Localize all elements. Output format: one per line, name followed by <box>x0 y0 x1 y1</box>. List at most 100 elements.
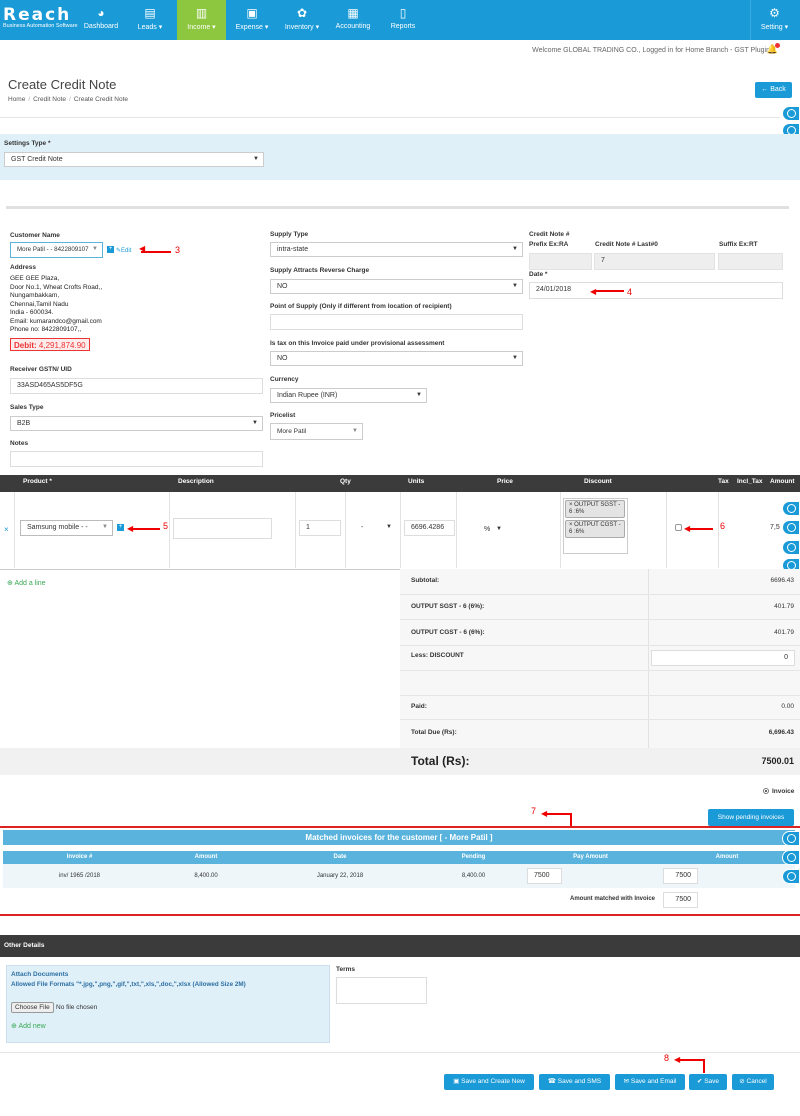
breadcrumb-credit-note[interactable]: Credit Note <box>33 96 66 103</box>
help-icon <box>787 872 796 881</box>
paid-value: 0.00 <box>781 703 794 710</box>
col-description: Description <box>178 478 214 485</box>
choose-file-button[interactable]: Choose File <box>11 1002 54 1013</box>
inventory-icon: ✿ <box>296 6 308 20</box>
side-chat-button-3[interactable] <box>782 831 800 846</box>
annotation-7: 7 <box>531 806 537 816</box>
side-phone-button-2[interactable] <box>782 540 800 555</box>
col-qty: Qty <box>340 478 351 485</box>
nav-reports[interactable]: ▯ Reports <box>379 0 427 40</box>
nav-expense[interactable]: ▣ Expense ▾ <box>228 0 276 40</box>
nav-setting[interactable]: ⚙ Setting ▾ <box>750 0 798 40</box>
prefix-input[interactable] <box>529 253 592 270</box>
point-of-supply-input[interactable] <box>270 314 523 330</box>
debit-badge: Debit: 4,291,874.90 <box>10 338 90 351</box>
line-amount: 7,5 <box>770 524 780 531</box>
edit-customer-link[interactable]: ✎Edit <box>116 247 131 254</box>
add-customer-icon[interactable]: + <box>107 246 114 253</box>
pricelist-select[interactable]: More Patil ▼ <box>270 423 363 440</box>
plus-circle-icon: ⊕ <box>11 1023 17 1030</box>
description-input[interactable] <box>173 518 272 539</box>
save-button[interactable]: ✔ Save <box>689 1074 727 1090</box>
settings-type-select[interactable]: GST Credit Note ▼ <box>4 152 264 167</box>
matched-pending: 8,400.00 <box>461 873 486 879</box>
provisional-label: Is tax on this Invoice paid under provis… <box>270 340 445 347</box>
app-logo[interactable]: Reach Business Automation Software <box>3 7 78 30</box>
sales-type-select[interactable]: B2B ▼ <box>10 416 263 431</box>
side-chat-button-2[interactable] <box>782 520 800 535</box>
save-and-sms-button[interactable]: ☎ Save and SMS <box>539 1074 610 1090</box>
discount-type-select[interactable]: % ▼ <box>462 523 506 538</box>
customer-select[interactable]: More Patil - - 8422809107 ▼ <box>10 242 103 258</box>
date-input[interactable]: 24/01/2018 <box>529 282 783 299</box>
show-pending-invoices-button[interactable]: Show pending invoices <box>708 809 794 826</box>
credit-note-number-input[interactable]: 7 <box>594 253 715 270</box>
supply-type-label: Supply Type <box>270 231 309 238</box>
reports-icon: ▯ <box>399 6 407 20</box>
incl-tax-checkbox[interactable] <box>675 524 682 531</box>
matched-invoices-title: Matched invoices for the customer [ - Mo… <box>3 830 795 845</box>
qty-input[interactable]: 1 <box>299 520 341 536</box>
col-amount-2: Amount <box>715 854 739 860</box>
remove-line-icon[interactable]: × <box>4 525 9 534</box>
settings-type-label: Settings Type * <box>4 140 51 147</box>
tax-tag-cgst[interactable]: × OUTPUT CGST - 6 :6% <box>565 520 625 538</box>
matched-amount: 8,400.00 <box>194 873 218 879</box>
expense-icon: ▣ <box>246 6 258 20</box>
side-help-button-3[interactable] <box>782 869 800 884</box>
add-line-link[interactable]: ⊕ Add a line <box>7 579 46 587</box>
suffix-input[interactable] <box>718 253 783 270</box>
nav-income[interactable]: ▥ Income ▾ <box>177 0 226 40</box>
annotation-arrow-4 <box>594 290 624 292</box>
other-details-header: Other Details <box>0 935 800 957</box>
product-select[interactable]: Samsung mobile - - ▼ <box>20 520 113 536</box>
gstn-input[interactable]: 33ASD465AS5DF5G <box>10 378 263 394</box>
tax-tag-sgst[interactable]: × OUTPUT SGST - 6 :6% <box>565 500 625 518</box>
add-product-icon[interactable]: + <box>117 524 124 531</box>
phone-icon <box>787 543 796 552</box>
col-units: Units <box>408 478 425 485</box>
supply-type-select[interactable]: intra-state ▼ <box>270 242 523 257</box>
point-of-supply-label: Point of Supply (Only if different from … <box>270 303 452 310</box>
save-icon: ▣ <box>453 1078 462 1085</box>
price-input[interactable]: 6696.4286 <box>404 520 455 536</box>
breadcrumb-home[interactable]: Home <box>8 96 25 103</box>
invoice-radio[interactable] <box>763 788 769 794</box>
pay-amount-input[interactable]: 7500 <box>527 868 562 884</box>
sgst-label: OUTPUT SGST - 6 (6%): <box>411 603 485 610</box>
add-new-link[interactable]: ⊕ Add new <box>11 1022 46 1030</box>
side-skype-button[interactable] <box>782 106 800 121</box>
col-invoice-number: Invoice # <box>66 854 93 860</box>
date-label: Date * <box>529 271 548 278</box>
breadcrumb: Home / Credit Note / Create Credit Note <box>8 96 129 103</box>
nav-dashboard[interactable]: ◕ Dashboard <box>78 0 124 40</box>
cancel-icon: ⊘ <box>739 1078 747 1085</box>
total-bar <box>0 748 800 775</box>
amount-matched-input[interactable]: 7500 <box>663 892 698 908</box>
notes-input[interactable] <box>10 451 263 467</box>
attach-documents-label: Attach Documents <box>11 971 69 978</box>
terms-label: Terms <box>336 966 356 973</box>
nav-inventory[interactable]: ✿ Inventory ▾ <box>279 0 325 40</box>
cancel-button[interactable]: ⊘ Cancel <box>732 1074 774 1090</box>
save-and-create-new-button[interactable]: ▣ Save and Create New <box>444 1074 534 1090</box>
provisional-select[interactable]: NO ▼ <box>270 351 523 366</box>
nav-leads[interactable]: ▤ Leads ▾ <box>127 0 173 40</box>
paid-label: Paid: <box>411 703 427 710</box>
back-button[interactable]: ← Back <box>755 82 792 98</box>
side-skype-button-2[interactable] <box>782 501 800 516</box>
terms-input[interactable] <box>336 977 427 1004</box>
address-label: Address <box>10 264 37 271</box>
discount-input[interactable]: 0 <box>651 650 795 666</box>
matched-amount-input[interactable]: 7500 <box>663 868 698 884</box>
credit-note-label: Credit Note # <box>529 231 570 238</box>
subtotal-value: 6696.43 <box>770 577 795 584</box>
reverse-charge-select[interactable]: NO ▼ <box>270 279 523 294</box>
units-select[interactable]: - ▼ <box>349 521 396 536</box>
save-and-email-button[interactable]: ✉ Save and Email <box>615 1074 685 1090</box>
currency-select[interactable]: Indian Rupee (INR) ▼ <box>270 388 427 403</box>
nav-accounting[interactable]: ▦ Accounting <box>330 0 376 40</box>
side-phone-button-3[interactable] <box>782 850 800 865</box>
chat-icon <box>787 523 796 532</box>
notification-dot <box>775 43 780 48</box>
